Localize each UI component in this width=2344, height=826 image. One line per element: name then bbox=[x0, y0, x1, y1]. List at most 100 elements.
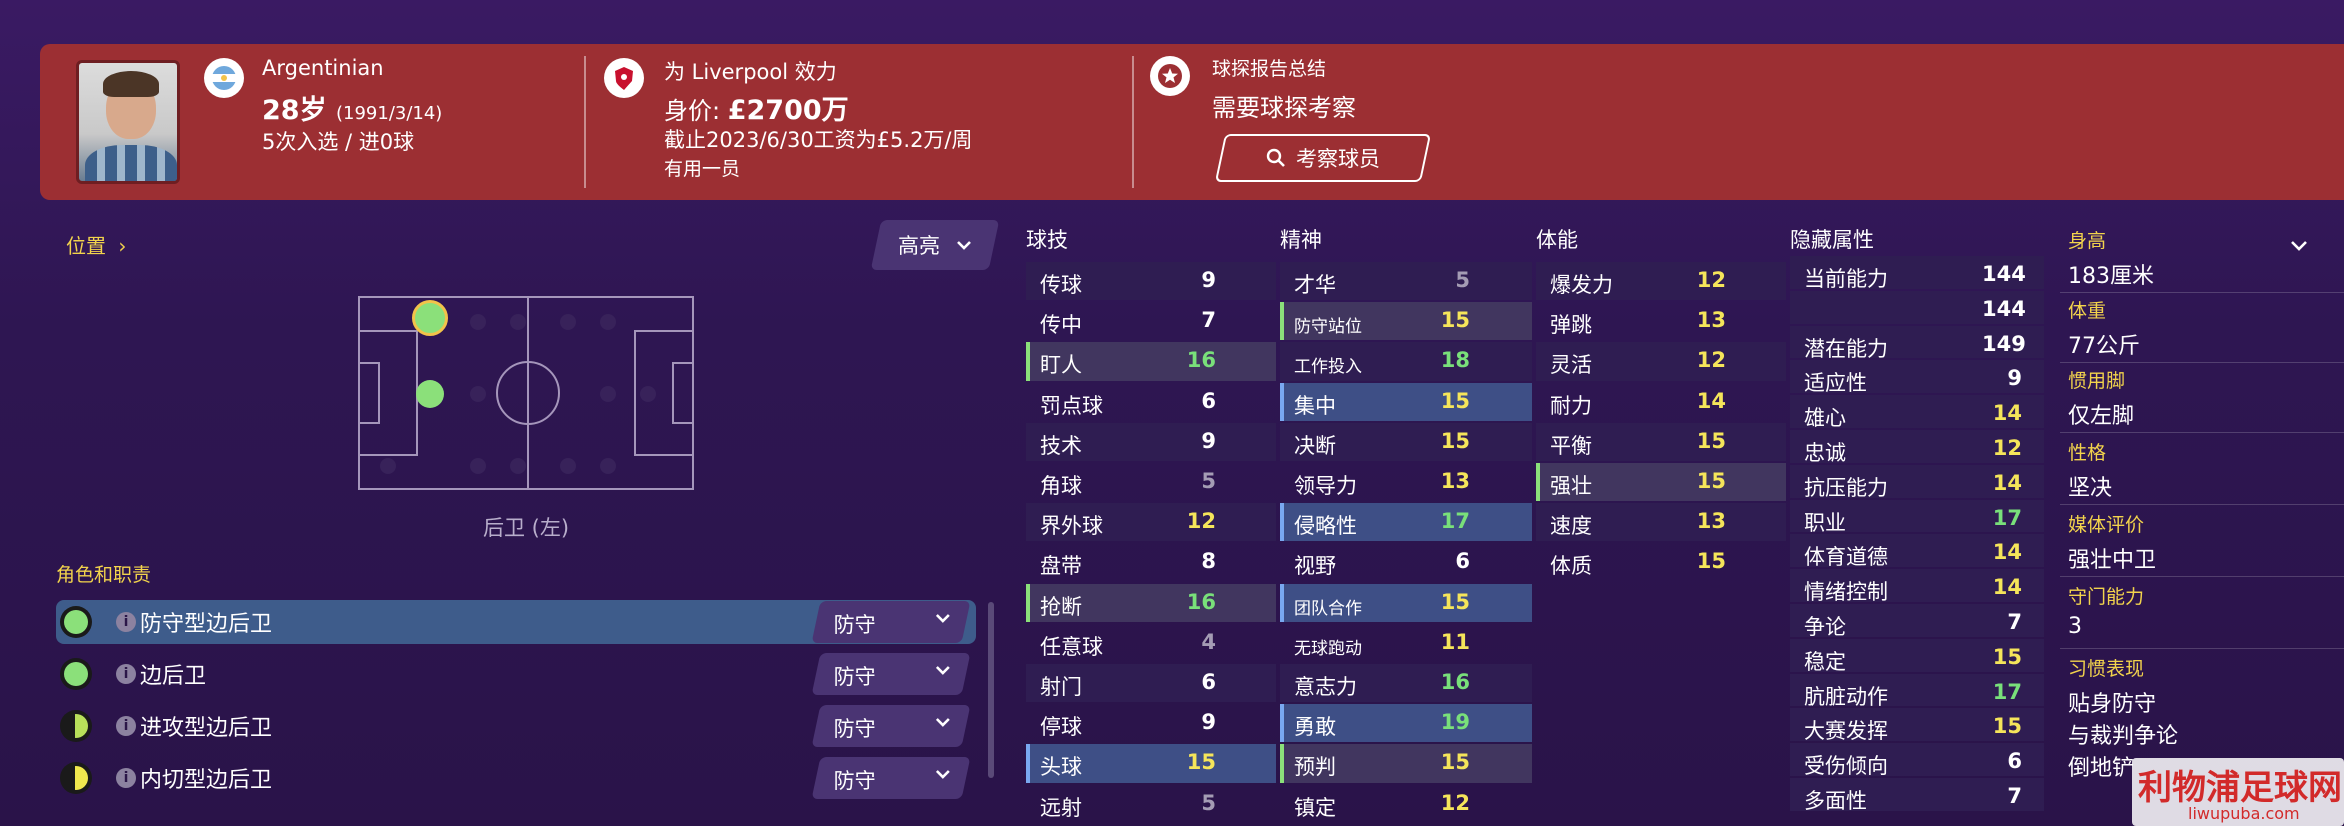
position-link[interactable]: 位置 › bbox=[66, 230, 126, 259]
habit-item: 贴身防守 bbox=[2068, 692, 2157, 717]
attribute-row-technical[interactable]: 盘带 8 bbox=[1026, 543, 1276, 581]
goalkeeping-value: 3 bbox=[2068, 614, 2082, 639]
attribute-row-hidden[interactable]: 肮脏动作 17 bbox=[1790, 673, 2044, 709]
attribute-row-technical[interactable]: 技术 9 bbox=[1026, 422, 1276, 461]
attribute-row-hidden[interactable]: 多面性 7 bbox=[1790, 778, 2044, 813]
mental-title: 精神 bbox=[1280, 228, 1322, 252]
attribute-row-mental[interactable]: 防守站位 15 bbox=[1280, 302, 1532, 341]
attribute-value: 6 bbox=[2007, 749, 2022, 774]
attribute-row-mental[interactable]: 领导力 13 bbox=[1280, 463, 1532, 501]
attribute-row-technical[interactable]: 界外球 12 bbox=[1026, 503, 1276, 542]
club-crest-icon[interactable] bbox=[604, 58, 644, 98]
attribute-name: 集中 bbox=[1294, 393, 1336, 418]
attribute-row-mental[interactable]: 侵略性 17 bbox=[1280, 503, 1532, 542]
attribute-row-mental[interactable]: 镇定 12 bbox=[1280, 785, 1532, 823]
attribute-row-mental[interactable]: 工作投入 18 bbox=[1280, 342, 1532, 381]
attribute-value: 7 bbox=[2007, 610, 2022, 634]
attribute-row-mental[interactable]: 预判 15 bbox=[1280, 744, 1532, 783]
info-icon[interactable]: i bbox=[116, 716, 136, 736]
attribute-row-mental[interactable]: 勇敢 19 bbox=[1280, 704, 1532, 743]
attribute-row-physical[interactable]: 弹跳 13 bbox=[1536, 302, 1786, 340]
attribute-row-technical[interactable]: 停球 9 bbox=[1026, 704, 1276, 742]
attribute-row-hidden[interactable]: 雄心 14 bbox=[1790, 395, 2044, 430]
media-value: 强壮中卫 bbox=[2068, 548, 2157, 573]
role-row[interactable]: i 内切型边后卫 防守 bbox=[56, 756, 976, 800]
attribute-row-hidden[interactable]: 受伤倾向 6 bbox=[1790, 743, 2044, 778]
attribute-row-hidden[interactable]: 潜在能力 149 bbox=[1790, 325, 2044, 361]
attribute-row-hidden[interactable]: 体育道德 14 bbox=[1790, 534, 2044, 569]
attribute-value: 15 bbox=[1440, 308, 1470, 333]
attribute-row-mental[interactable]: 团队合作 15 bbox=[1280, 583, 1532, 622]
attribute-row-technical[interactable]: 盯人 16 bbox=[1026, 342, 1276, 381]
position-pitch bbox=[358, 296, 694, 490]
role-suitability-icon bbox=[60, 606, 92, 638]
attribute-row-hidden[interactable]: 稳定 15 bbox=[1790, 638, 2044, 674]
player-value: £2700万 bbox=[727, 95, 849, 126]
duty-dropdown[interactable]: 防守 bbox=[811, 601, 971, 643]
duty-dropdown[interactable]: 防守 bbox=[811, 705, 971, 747]
attribute-row-hidden[interactable]: 情绪控制 14 bbox=[1790, 569, 2044, 604]
age: 28岁 bbox=[262, 95, 327, 126]
attribute-row-technical[interactable]: 任意球 4 bbox=[1026, 624, 1276, 662]
attribute-name: 弹跳 bbox=[1550, 313, 1592, 338]
chevron-down-icon bbox=[935, 614, 950, 623]
personality-value: 坚决 bbox=[2068, 476, 2113, 501]
attribute-value: 6 bbox=[1455, 549, 1470, 574]
attribute-row-technical[interactable]: 抢断 16 bbox=[1026, 583, 1276, 622]
attribute-row-hidden[interactable]: 争论 7 bbox=[1790, 604, 2044, 639]
attribute-row-hidden[interactable]: 144 bbox=[1790, 290, 2044, 324]
attribute-row-hidden[interactable]: 忠诚 12 bbox=[1790, 430, 2044, 465]
attribute-row-mental[interactable]: 决断 15 bbox=[1280, 422, 1532, 461]
position-marker-primary[interactable] bbox=[412, 300, 448, 336]
attribute-row-technical[interactable]: 传中 7 bbox=[1026, 302, 1276, 340]
info-icon[interactable]: i bbox=[116, 612, 136, 632]
attribute-row-technical[interactable]: 角球 5 bbox=[1026, 463, 1276, 501]
attribute-row-mental[interactable]: 视野 6 bbox=[1280, 543, 1532, 581]
attribute-row-hidden[interactable]: 适应性 9 bbox=[1790, 360, 2044, 395]
attribute-row-hidden[interactable]: 职业 17 bbox=[1790, 499, 2044, 535]
attribute-row-hidden[interactable]: 当前能力 144 bbox=[1790, 256, 2044, 291]
foot-value: 仅左脚 bbox=[2068, 404, 2135, 429]
attribute-row-mental[interactable]: 集中 15 bbox=[1280, 382, 1532, 421]
contract-line: 截止2023/6/30工资为£5.2万/周 bbox=[664, 128, 973, 152]
attribute-row-physical[interactable]: 耐力 14 bbox=[1536, 383, 1786, 421]
role-row[interactable]: i 边后卫 防守 bbox=[56, 652, 976, 696]
role-row[interactable]: i 进攻型边后卫 防守 bbox=[56, 704, 976, 748]
habit-item: 倒地铲 bbox=[2068, 756, 2135, 781]
attribute-row-physical[interactable]: 爆发力 12 bbox=[1536, 262, 1786, 301]
attribute-row-physical[interactable]: 体质 15 bbox=[1536, 543, 1786, 581]
club-line[interactable]: 为 Liverpool 效力 bbox=[664, 56, 837, 86]
attribute-row-physical[interactable]: 强壮 15 bbox=[1536, 463, 1786, 502]
attribute-row-mental[interactable]: 才华 5 bbox=[1280, 262, 1532, 301]
attribute-name: 领导力 bbox=[1294, 474, 1357, 498]
chevron-down-icon[interactable] bbox=[2290, 240, 2308, 252]
attribute-row-physical[interactable]: 平衡 15 bbox=[1536, 422, 1786, 461]
position-marker-secondary[interactable] bbox=[416, 380, 444, 408]
attribute-name: 盘带 bbox=[1040, 554, 1082, 579]
attribute-row-technical[interactable]: 传球 9 bbox=[1026, 262, 1276, 301]
attribute-name: 界外球 bbox=[1040, 514, 1103, 539]
scout-player-button[interactable]: 考察球员 bbox=[1214, 134, 1432, 182]
attribute-row-technical[interactable]: 远射 5 bbox=[1026, 785, 1276, 823]
role-row[interactable]: i 防守型边后卫 防守 bbox=[56, 600, 976, 644]
attribute-row-technical[interactable]: 头球 15 bbox=[1026, 744, 1276, 783]
attribute-value: 15 bbox=[1696, 469, 1726, 493]
attribute-row-physical[interactable]: 灵活 12 bbox=[1536, 342, 1786, 381]
attribute-row-mental[interactable]: 意志力 16 bbox=[1280, 664, 1532, 703]
attribute-name: 任意球 bbox=[1040, 634, 1103, 659]
role-label: 进攻型边后卫 bbox=[140, 716, 273, 741]
attribute-row-physical[interactable]: 速度 13 bbox=[1536, 503, 1786, 542]
info-icon[interactable]: i bbox=[116, 664, 136, 684]
attribute-name: 稳定 bbox=[1804, 649, 1846, 674]
roles-scrollbar[interactable] bbox=[988, 602, 994, 778]
info-icon[interactable]: i bbox=[116, 768, 136, 788]
highlight-dropdown[interactable]: 高亮 bbox=[870, 220, 1000, 270]
attribute-row-mental[interactable]: 无球跑动 11 bbox=[1280, 624, 1532, 662]
attribute-row-hidden[interactable]: 抗压能力 14 bbox=[1790, 464, 2044, 500]
attribute-row-technical[interactable]: 射门 6 bbox=[1026, 664, 1276, 703]
attribute-row-technical[interactable]: 罚点球 6 bbox=[1026, 383, 1276, 421]
duty-dropdown[interactable]: 防守 bbox=[811, 653, 971, 695]
attribute-row-hidden[interactable]: 大赛发挥 15 bbox=[1790, 708, 2044, 743]
duty-dropdown[interactable]: 防守 bbox=[811, 757, 971, 799]
attribute-value: 15 bbox=[1992, 644, 2022, 669]
